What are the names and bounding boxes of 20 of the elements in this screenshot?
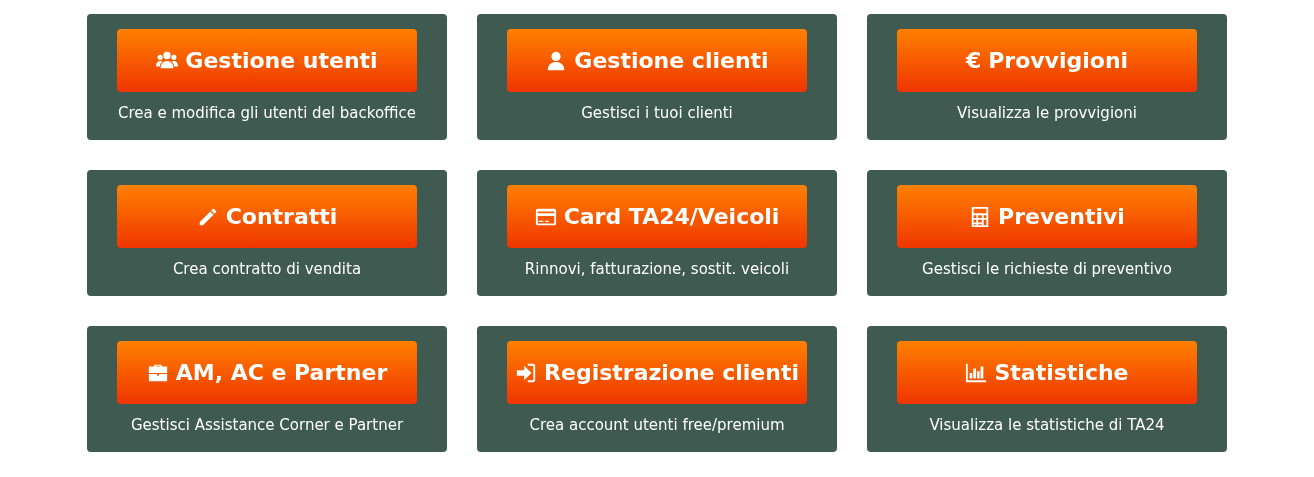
card-description: Gestisci i tuoi clienti [581, 104, 733, 122]
card-description: Visualizza le statistiche di TA24 [929, 416, 1165, 434]
menu-button[interactable]: AM, AC e Partner [117, 341, 417, 404]
menu-button[interactable]: Statistiche [897, 341, 1197, 404]
bar-chart-icon [965, 361, 988, 384]
menu-button[interactable]: € Provvigioni [897, 29, 1197, 92]
menu-button[interactable]: Gestione clienti [507, 29, 807, 92]
menu-button[interactable]: Contratti [117, 185, 417, 248]
card-description: Gestisci Assistance Corner e Partner [130, 416, 404, 434]
card-description: Crea contratto di vendita [172, 260, 362, 278]
sign-in-icon [515, 361, 538, 384]
card-description: Crea e modifica gli utenti del backoffice [117, 104, 417, 122]
menu-button[interactable]: Registrazione clienti [507, 341, 807, 404]
menu-button[interactable]: Card TA24/Veicoli [507, 185, 807, 248]
card-description: Crea account utenti free/premium [529, 416, 785, 434]
menu-button[interactable]: Preventivi [897, 185, 1197, 248]
card-description: Gestisci le richieste di preventivo [922, 260, 1172, 278]
card-description: Rinnovi, fatturazione, sostit. veicoli [524, 260, 790, 278]
card-description: Visualizza le provvigioni [957, 104, 1137, 122]
menu-button[interactable]: Gestione utenti [117, 29, 417, 92]
